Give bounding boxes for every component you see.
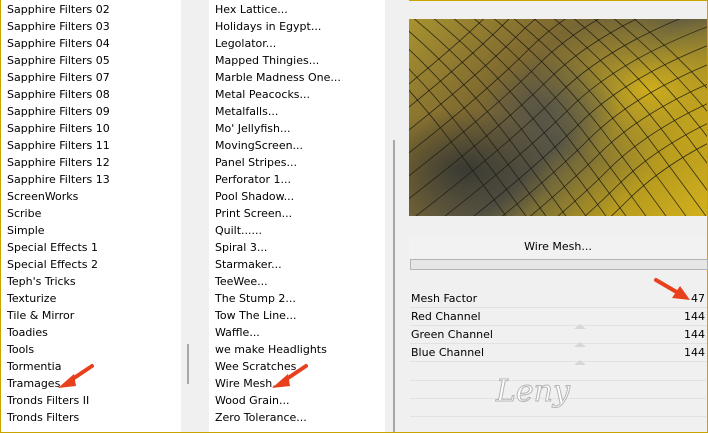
category-item[interactable]: Tronds Filters II: [7, 392, 89, 409]
category-item[interactable]: Teph's Tricks: [7, 273, 76, 290]
category-item[interactable]: Sapphire Filters 10: [7, 120, 110, 137]
filter-item[interactable]: MovingScreen...: [215, 137, 303, 154]
filter-item[interactable]: Metal Peacocks...: [215, 86, 310, 103]
filter-item[interactable]: Metalfalls...: [215, 103, 278, 120]
category-item[interactable]: Sapphire Filters 02: [7, 1, 110, 18]
filter-item[interactable]: Marble Madness One...: [215, 69, 341, 86]
param-value[interactable]: 47: [691, 290, 705, 307]
param-label: Red Channel: [411, 310, 481, 323]
category-item[interactable]: Special Effects 1: [7, 239, 98, 256]
filter-item[interactable]: Pool Shadow...: [215, 188, 294, 205]
red-arrow-icon: [654, 278, 690, 300]
filter-preview-image: [409, 19, 707, 216]
category-item[interactable]: Sapphire Filters 13: [7, 171, 110, 188]
red-arrow-icon: [58, 364, 94, 388]
param-value[interactable]: 144: [684, 344, 705, 361]
category-item[interactable]: Simple: [7, 222, 45, 239]
category-item[interactable]: Tile & Mirror: [7, 307, 74, 324]
category-item[interactable]: Sapphire Filters 12: [7, 154, 110, 171]
param-label: Green Channel: [411, 328, 493, 341]
filter-list-scrollbar[interactable]: [385, 0, 409, 432]
filter-item[interactable]: we make Headlights: [215, 341, 327, 358]
filter-item[interactable]: Mapped Thingies...: [215, 52, 319, 69]
filter-item[interactable]: Print Screen...: [215, 205, 292, 222]
watermark-logo: Leny: [495, 374, 572, 410]
category-item[interactable]: Tronds Filters: [7, 409, 79, 426]
progress-bar: [410, 259, 708, 270]
category-item[interactable]: Tools: [7, 341, 34, 358]
left-list-scrollbar[interactable]: [181, 0, 209, 432]
category-item[interactable]: Sapphire Filters 03: [7, 18, 110, 35]
filter-item[interactable]: Quilt......: [215, 222, 262, 239]
selected-filter-name: Wire Mesh...: [409, 236, 707, 258]
param-row-green-channel[interactable]: Green Channel 144: [410, 326, 707, 347]
param-label: Mesh Factor: [411, 292, 478, 305]
filter-list-scroll-thumb[interactable]: [393, 140, 395, 432]
category-item[interactable]: ScreenWorks: [7, 188, 78, 205]
filter-item[interactable]: Starmaker...: [215, 256, 282, 273]
param-label: Blue Channel: [411, 346, 484, 359]
param-row-red-channel[interactable]: Red Channel 144: [410, 308, 707, 329]
filter-item[interactable]: Waffle...: [215, 324, 260, 341]
filter-item[interactable]: Hex Lattice...: [215, 1, 288, 18]
left-list-scroll-thumb[interactable]: [187, 344, 189, 384]
category-item[interactable]: Toadies: [7, 324, 48, 341]
filter-item[interactable]: Tow The Line...: [215, 307, 296, 324]
category-item[interactable]: Special Effects 2: [7, 256, 98, 273]
category-item[interactable]: Sapphire Filters 08: [7, 86, 110, 103]
param-value[interactable]: 144: [684, 326, 705, 343]
param-value[interactable]: 144: [684, 308, 705, 325]
red-arrow-icon: [272, 364, 308, 388]
category-item[interactable]: Sapphire Filters 07: [7, 69, 110, 86]
wire-mesh-pattern: [409, 19, 707, 216]
filter-item[interactable]: Zero Tolerance...: [215, 409, 307, 426]
category-item[interactable]: Texturize: [7, 290, 56, 307]
filter-item[interactable]: Holidays in Egypt...: [215, 18, 321, 35]
filter-item[interactable]: Mo' Jellyfish...: [215, 120, 291, 137]
category-item[interactable]: Sapphire Filters 04: [7, 35, 110, 52]
param-row-blue-channel[interactable]: Blue Channel 144: [410, 344, 707, 365]
category-item[interactable]: Scribe: [7, 205, 41, 222]
filter-item[interactable]: Wood Grain...: [215, 392, 289, 409]
filter-item[interactable]: TeeWee...: [215, 273, 268, 290]
category-item[interactable]: Sapphire Filters 11: [7, 137, 110, 154]
category-item-tramages[interactable]: Tramages: [7, 375, 60, 392]
filter-item[interactable]: The Stump 2...: [215, 290, 296, 307]
filter-item[interactable]: Perforator 1...: [215, 171, 291, 188]
category-item[interactable]: Sapphire Filters 09: [7, 103, 110, 120]
category-item[interactable]: Sapphire Filters 05: [7, 52, 110, 69]
svg-text:Leny: Leny: [495, 374, 571, 409]
category-item[interactable]: Tormentia: [7, 358, 61, 375]
filter-item[interactable]: Legolator...: [215, 35, 276, 52]
filter-item[interactable]: Spiral 3...: [215, 239, 267, 256]
filter-item[interactable]: Panel Stripes...: [215, 154, 297, 171]
